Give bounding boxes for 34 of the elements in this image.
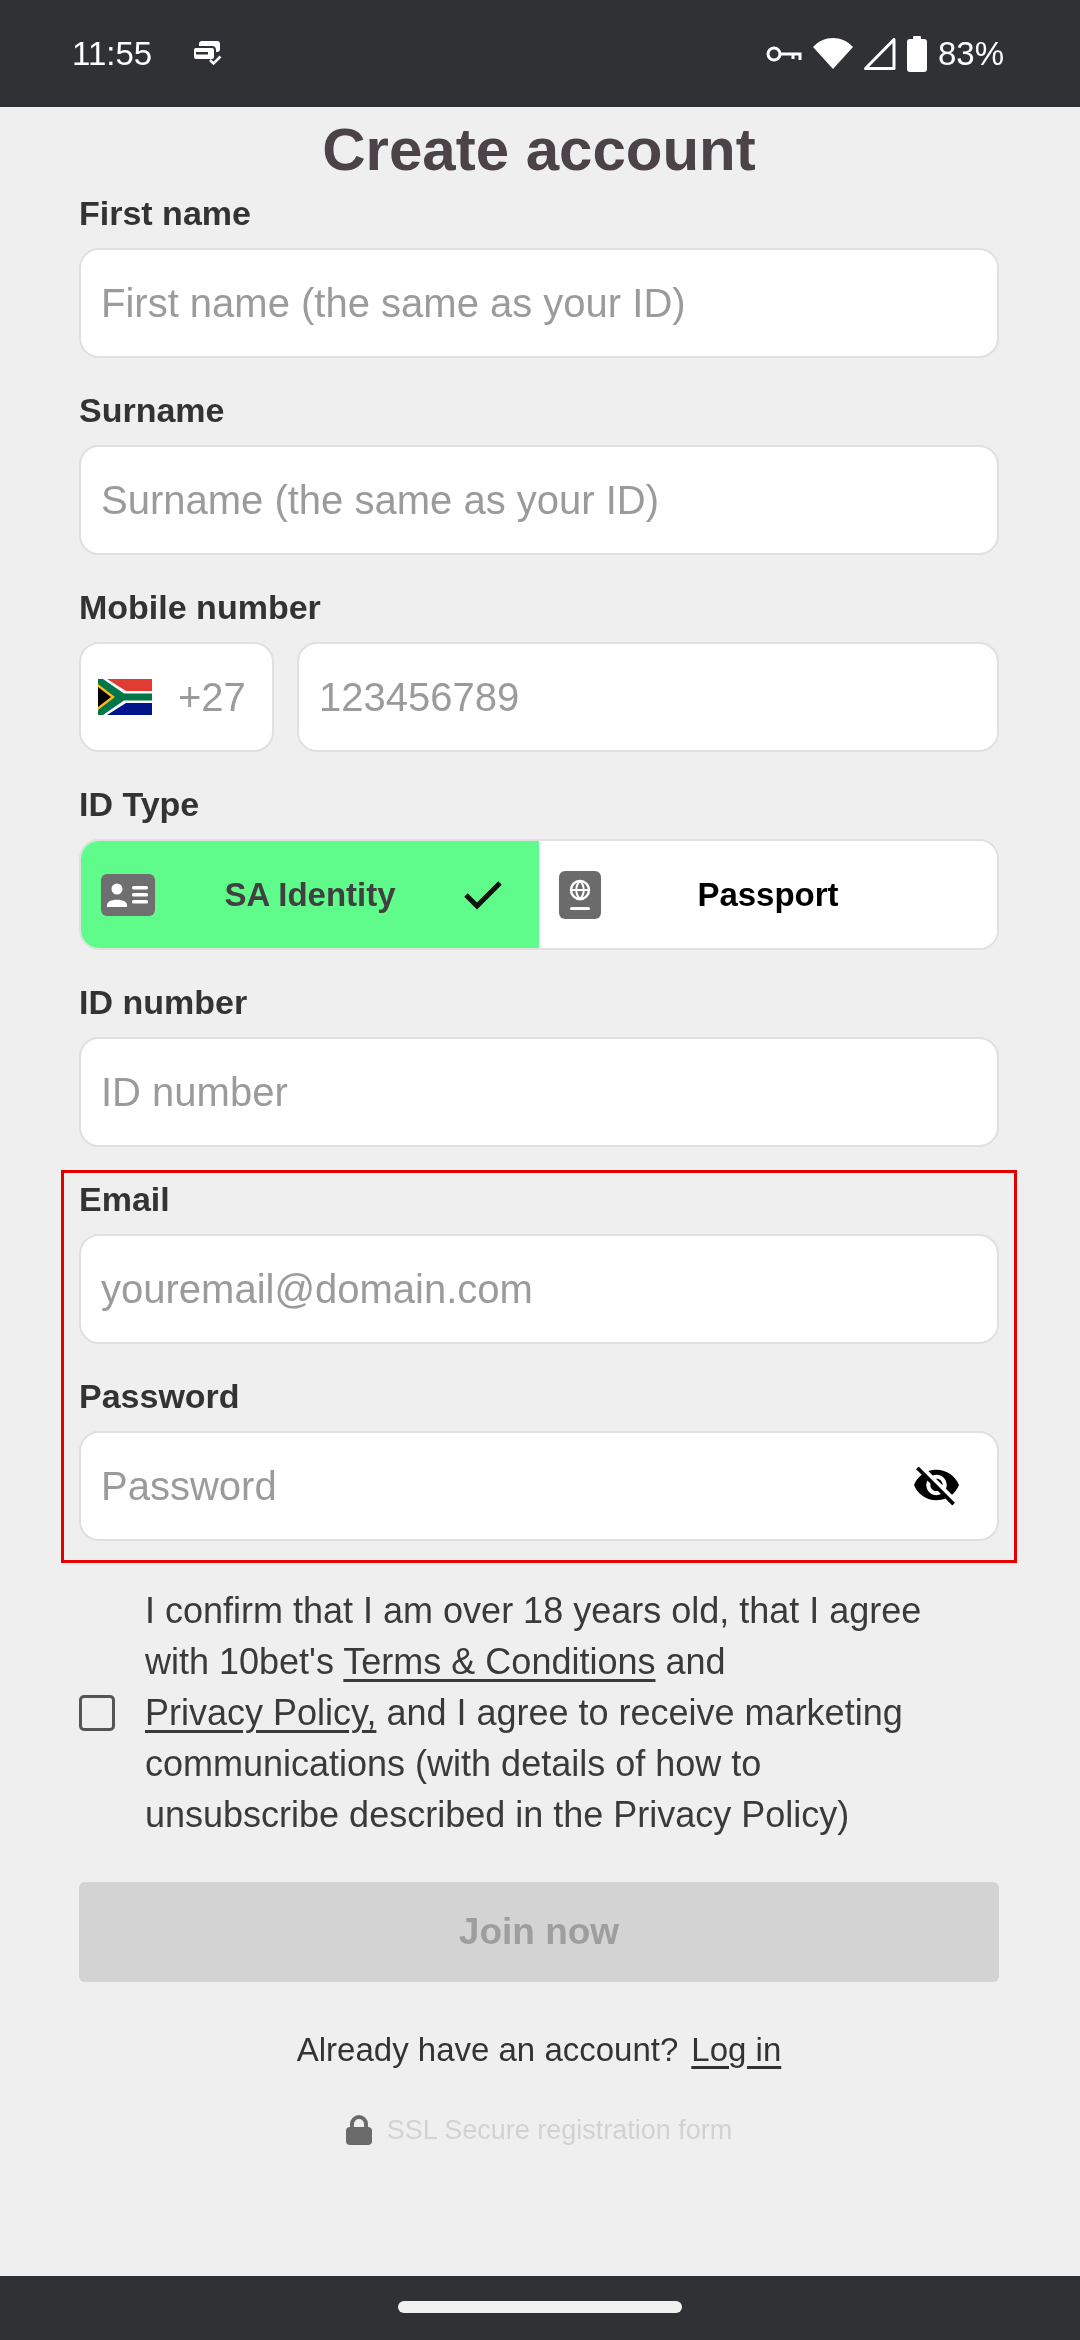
field-label: First name: [79, 193, 252, 234]
field-label: ID Type: [79, 784, 201, 825]
policy-link[interactable]: Terms & Conditions: [343, 1641, 656, 1682]
check-icon: [463, 879, 503, 910]
text-input[interactable]: First name (the same as your ID): [79, 248, 999, 358]
id-type-option[interactable]: SA Identity: [81, 841, 539, 948]
page-title: Create account: [321, 117, 757, 183]
text-input[interactable]: ID number: [79, 1037, 999, 1147]
card-check-icon: [192, 41, 223, 66]
key-icon: [765, 44, 802, 63]
login-prompt-text: Already have an account?: [296, 2030, 679, 2070]
field-label: Password: [79, 1376, 241, 1417]
field-label: Mobile number: [79, 587, 322, 628]
text-input[interactable]: youremail@domain.com: [79, 1234, 999, 1344]
passport-icon: [559, 870, 601, 919]
text-input[interactable]: Surname (the same as your ID): [79, 445, 999, 555]
wifi-icon: [812, 38, 853, 69]
flag-icon: [98, 679, 152, 715]
phone-input[interactable]: 123456789: [297, 642, 999, 752]
signal-icon: [863, 37, 896, 70]
battery-icon: [906, 35, 927, 72]
eye-slash-icon[interactable]: [914, 1466, 959, 1506]
policy-link[interactable]: Privacy Policy,: [145, 1692, 377, 1733]
password-input[interactable]: Password: [79, 1431, 999, 1541]
battery-percent: 83%: [937, 33, 1004, 74]
login-link[interactable]: Log in: [691, 2028, 782, 2072]
field-label: Email: [79, 1179, 171, 1220]
field-label: ID number: [79, 982, 249, 1023]
field-label: Surname: [79, 390, 226, 431]
lock-icon: [345, 2115, 372, 2145]
clock-text: 11:55: [72, 33, 153, 74]
consent-text: I confirm that I am over 18 years old, that I agree with 10bet's Terms & Conditions and Privacy Policy, and I agree to receive marketing communications (with details of how to unsubscribe described in the Privacy Policy): [145, 1589, 923, 1837]
consent-checkbox[interactable]: [79, 1694, 115, 1731]
id-card-icon: [101, 873, 155, 916]
